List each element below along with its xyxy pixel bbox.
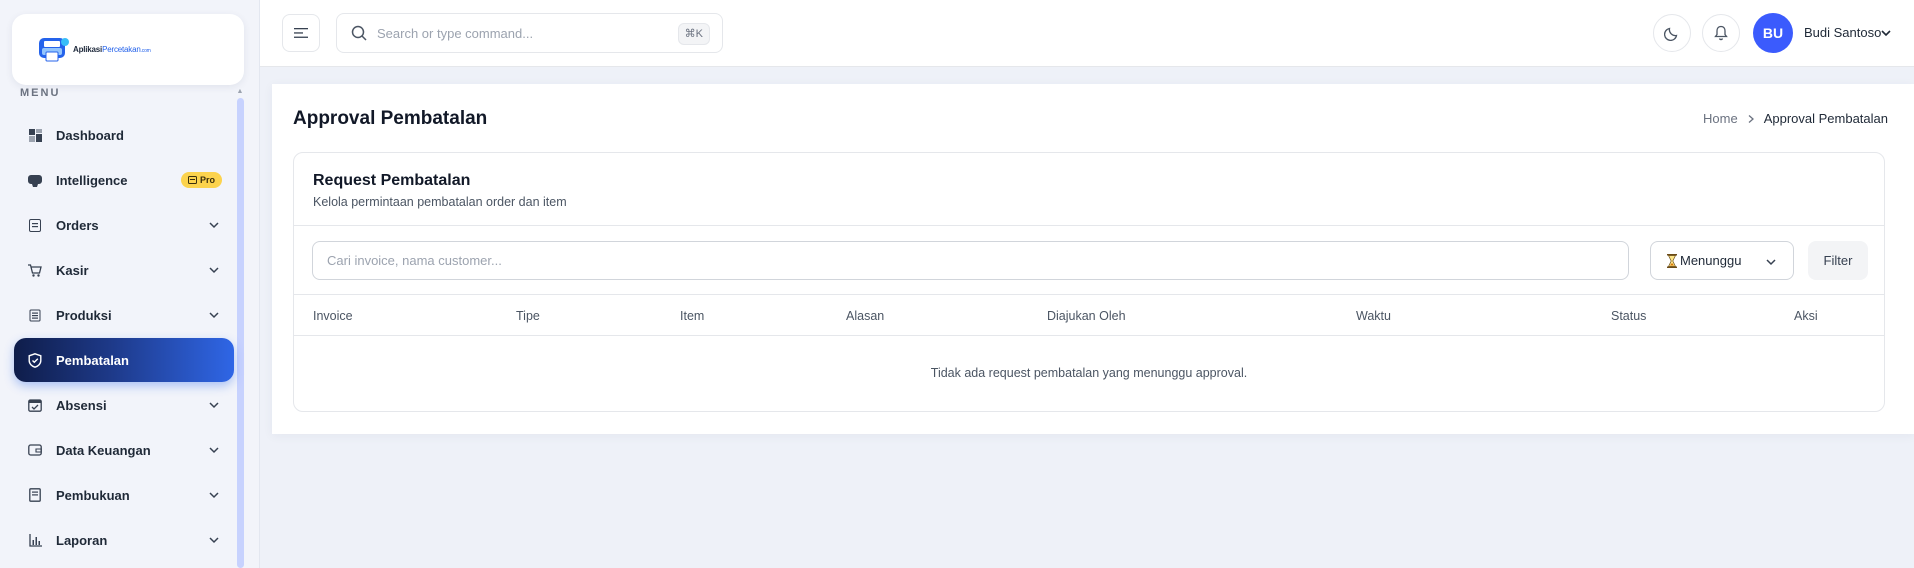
- sidebar-item-label: Kasir: [56, 262, 89, 278]
- sidebar-item-intelligence[interactable]: Intelligence Pro: [14, 158, 234, 202]
- pro-badge: Pro: [180, 172, 222, 188]
- bell-icon: [1714, 25, 1728, 41]
- sidebar-item-pembatalan[interactable]: Pembatalan: [14, 338, 234, 382]
- chevron-down-icon[interactable]: [1880, 27, 1892, 39]
- sidebar-item-pembukuan[interactable]: Pembukuan: [14, 473, 234, 517]
- notifications-button[interactable]: [1702, 14, 1740, 52]
- sidebar-item-data-keuangan[interactable]: Data Keuangan: [14, 428, 234, 472]
- column-header-aksi: Aksi: [1794, 309, 1818, 323]
- sidebar-item-produksi[interactable]: Produksi: [14, 293, 234, 337]
- book-icon: [28, 488, 42, 502]
- search-icon: [351, 25, 367, 41]
- column-header-invoice: Invoice: [313, 309, 353, 323]
- printer-logo-icon: [36, 36, 70, 64]
- sidebar-item-orders[interactable]: Orders: [14, 203, 234, 247]
- chevron-down-icon: [209, 402, 219, 409]
- menu-section-label: MENU: [20, 87, 61, 99]
- breadcrumb-home[interactable]: Home: [1703, 111, 1738, 126]
- hamburger-icon: [294, 28, 308, 38]
- sidebar-item-label: Absensi: [56, 397, 107, 413]
- sidebar-item-kasir[interactable]: Kasir: [14, 248, 234, 292]
- pro-badge-label: Pro: [199, 175, 215, 185]
- sidebar: AplikasiPercetakan.com MENU ▲ Dashboard …: [0, 0, 260, 568]
- chevron-down-icon: [209, 312, 219, 319]
- chevron-down-icon: [209, 537, 219, 544]
- column-header-status: Status: [1611, 309, 1647, 323]
- sidebar-item-label: Pembatalan: [56, 352, 129, 368]
- moon-icon: [1664, 27, 1678, 41]
- sidebar-item-label: Produksi: [56, 307, 112, 323]
- sidebar-item-label: Dashboard: [56, 127, 124, 143]
- empty-state-message: Tidak ada request pembatalan yang menung…: [930, 366, 1248, 380]
- chevron-down-icon: [1766, 259, 1776, 266]
- sidebar-item-label: Intelligence: [56, 172, 128, 188]
- column-header-waktu: Waktu: [1356, 309, 1391, 323]
- divider: [294, 294, 1884, 295]
- sidebar-item-label: Orders: [56, 217, 99, 233]
- menu-toggle-button[interactable]: [282, 14, 320, 52]
- column-header-alasan: Alasan: [846, 309, 885, 323]
- request-pembatalan-card: Request Pembatalan Kelola permintaan pem…: [293, 152, 1885, 412]
- column-header-diajukan-oleh: Diajukan Oleh: [1047, 309, 1126, 323]
- sidebar-item-label: Laporan: [56, 532, 108, 548]
- sidebar-item-label: Pembukuan: [56, 487, 130, 503]
- calendar-check-icon: [28, 398, 42, 412]
- brain-icon: [28, 173, 42, 187]
- chevron-down-icon: [209, 222, 219, 229]
- avatar[interactable]: BU: [1753, 13, 1793, 53]
- chevron-down-icon: [209, 267, 219, 274]
- divider: [294, 225, 1884, 226]
- breadcrumb-current: Approval Pembatalan: [1763, 111, 1888, 126]
- logo-card[interactable]: AplikasiPercetakan.com: [12, 14, 244, 85]
- lock-box-icon: [187, 176, 197, 184]
- sidebar-item-label: Data Keuangan: [56, 442, 151, 458]
- breadcrumb: Home Approval Pembatalan: [1703, 111, 1888, 126]
- column-header-tipe: Tipe: [516, 309, 540, 323]
- sidebar-item-dashboard[interactable]: Dashboard: [14, 113, 234, 157]
- keyboard-shortcut-hint: ⌘K: [677, 23, 710, 45]
- bar-chart-icon: [28, 533, 42, 547]
- page-title: Approval Pembatalan: [293, 108, 488, 129]
- status-filter-value: Menunggu: [1680, 253, 1742, 268]
- topbar: ⌘K BU Budi Santoso: [260, 0, 1914, 67]
- command-search[interactable]: ⌘K: [336, 13, 723, 53]
- user-name[interactable]: Budi Santoso: [1804, 25, 1881, 40]
- status-filter-select[interactable]: Menunggu: [1650, 241, 1794, 280]
- sidebar-item-absensi[interactable]: Absensi: [14, 383, 234, 427]
- chevron-right-icon: [1748, 114, 1754, 123]
- hourglass-icon: [1667, 253, 1677, 268]
- invoice-search-input[interactable]: [312, 241, 1629, 280]
- main-content: Approval Pembatalan Home Approval Pembat…: [272, 84, 1914, 434]
- wallet-icon: [28, 443, 42, 457]
- cart-icon: [28, 263, 42, 277]
- shield-check-icon: [28, 352, 42, 368]
- orders-icon: [28, 218, 42, 232]
- dashboard-icon: [28, 128, 42, 142]
- sidebar-item-laporan[interactable]: Laporan: [14, 518, 234, 562]
- sidebar-scrollbar[interactable]: [237, 98, 244, 568]
- scroll-up-arrow-icon[interactable]: ▲: [236, 88, 244, 96]
- produksi-icon: [28, 308, 42, 322]
- card-subtitle: Kelola permintaan pembatalan order dan i…: [313, 195, 567, 209]
- divider: [294, 335, 1884, 336]
- logo-text: AplikasiPercetakan.com: [73, 45, 151, 54]
- filter-button[interactable]: Filter: [1808, 241, 1868, 280]
- command-search-input[interactable]: [377, 25, 657, 41]
- chevron-down-icon: [209, 492, 219, 499]
- card-title: Request Pembatalan: [313, 172, 471, 189]
- column-header-item: Item: [680, 309, 705, 323]
- dark-mode-toggle[interactable]: [1653, 14, 1691, 52]
- chevron-down-icon: [209, 447, 219, 454]
